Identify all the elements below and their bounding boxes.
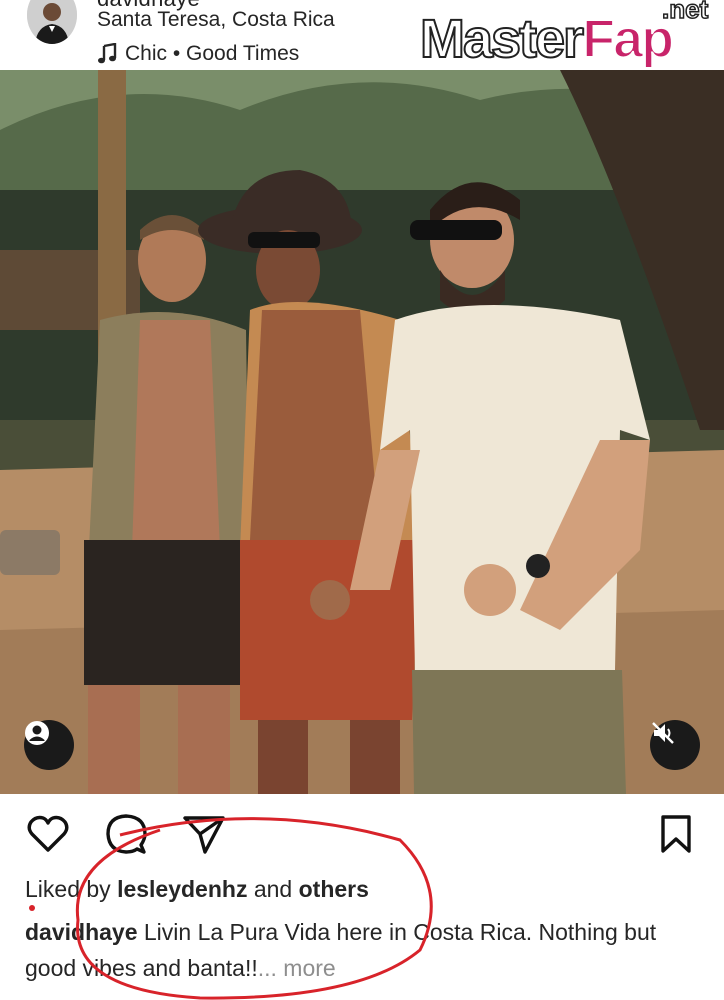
photo-scene <box>0 70 724 794</box>
like-button[interactable] <box>26 814 70 858</box>
bookmark-icon <box>659 814 693 859</box>
liker-username[interactable]: lesleydenhz <box>117 876 247 902</box>
watermark-logo: MasterFap .net <box>419 0 720 72</box>
caption-more-link[interactable]: ... more <box>258 955 336 981</box>
post-header: davidhaye Santa Teresa, Costa Rica Chic … <box>0 0 724 70</box>
tag-people-button[interactable] <box>24 720 74 770</box>
music-row[interactable]: Chic • Good Times <box>97 42 299 66</box>
post-photo[interactable] <box>0 70 724 794</box>
mute-button[interactable] <box>650 720 700 770</box>
watermark-accent: Fap <box>581 8 675 70</box>
caption: davidhaye Livin La Pura Vida here in Cos… <box>25 914 705 986</box>
watermark-main: Master <box>419 8 585 70</box>
heart-icon <box>27 815 69 858</box>
likes-others[interactable]: others <box>299 876 369 902</box>
likes-middle: and <box>253 876 293 902</box>
caption-username[interactable]: davidhaye <box>25 919 138 945</box>
comment-bubble-icon <box>105 813 147 860</box>
music-label: Chic • Good Times <box>125 42 300 65</box>
paper-plane-icon <box>183 814 225 859</box>
avatar[interactable] <box>27 0 77 44</box>
comment-button[interactable] <box>104 813 148 860</box>
watermark-suffix: .net <box>661 0 709 25</box>
share-button[interactable] <box>182 814 226 858</box>
likes-prefix: Liked by <box>25 876 111 902</box>
likes-line[interactable]: Liked by lesleydenhz and others <box>25 876 369 903</box>
action-bar <box>0 800 724 870</box>
save-button[interactable] <box>654 814 698 858</box>
location-label[interactable]: Santa Teresa, Costa Rica <box>97 8 335 32</box>
music-note-icon <box>97 43 117 65</box>
